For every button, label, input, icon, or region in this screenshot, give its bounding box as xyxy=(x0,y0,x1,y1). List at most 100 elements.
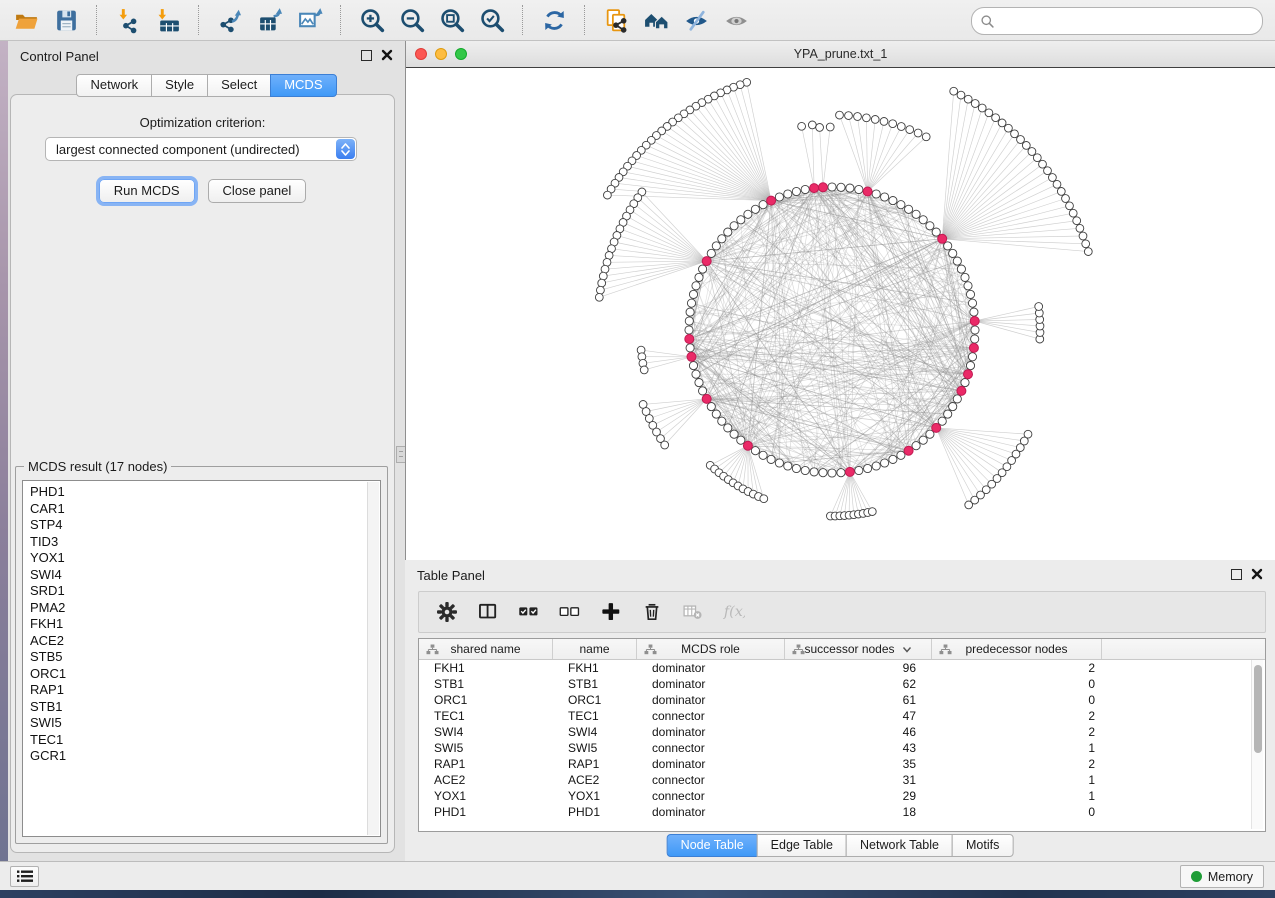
mcds-result-item[interactable]: STB5 xyxy=(30,649,380,666)
network-node[interactable] xyxy=(1028,148,1036,156)
network-node[interactable] xyxy=(597,286,605,294)
network-node[interactable] xyxy=(889,120,897,128)
network-node[interactable] xyxy=(759,201,767,209)
tab-edge-table[interactable]: Edge Table xyxy=(757,834,847,857)
network-node[interactable] xyxy=(730,430,738,438)
network-node[interactable] xyxy=(992,114,1000,122)
network-node[interactable] xyxy=(1039,160,1047,168)
network-node[interactable] xyxy=(1011,130,1019,138)
mcds-result-item[interactable]: STB1 xyxy=(30,699,380,716)
network-node[interactable] xyxy=(692,282,700,290)
network-node[interactable] xyxy=(1053,180,1061,188)
network-node[interactable] xyxy=(836,111,844,119)
network-node[interactable] xyxy=(1079,232,1087,240)
network-node[interactable] xyxy=(1062,195,1070,203)
tab-network-table[interactable]: Network Table xyxy=(846,834,953,857)
network-node[interactable] xyxy=(707,403,715,411)
mcds-hub-node[interactable] xyxy=(969,343,978,352)
mcds-hub-node[interactable] xyxy=(819,183,828,192)
network-node[interactable] xyxy=(864,464,872,472)
table-row[interactable]: ACE2ACE2connector311 xyxy=(419,772,1265,788)
network-node[interactable] xyxy=(598,279,606,287)
export-network-button[interactable] xyxy=(212,3,248,37)
network-node[interactable] xyxy=(961,273,969,281)
tab-motifs[interactable]: Motifs xyxy=(952,834,1013,857)
network-node[interactable] xyxy=(730,222,738,230)
network-node[interactable] xyxy=(759,451,767,459)
tab-mcds[interactable]: MCDS xyxy=(270,74,336,97)
network-node[interactable] xyxy=(801,466,809,474)
network-node[interactable] xyxy=(855,185,863,193)
network-node[interactable] xyxy=(953,257,961,265)
mcds-hub-node[interactable] xyxy=(904,446,913,455)
tab-node-table[interactable]: Node Table xyxy=(667,834,758,857)
network-node[interactable] xyxy=(810,468,818,476)
column-header-shared-name[interactable]: shared name xyxy=(419,639,553,659)
table-row[interactable]: SWI4SWI4dominator462 xyxy=(419,724,1265,740)
mcds-result-item[interactable]: CAR1 xyxy=(30,501,380,518)
network-node[interactable] xyxy=(695,379,703,387)
mcds-hub-node[interactable] xyxy=(932,423,941,432)
network-node[interactable] xyxy=(1073,217,1081,225)
clone-network-button[interactable] xyxy=(598,3,634,37)
network-node[interactable] xyxy=(922,133,930,141)
network-node[interactable] xyxy=(868,508,876,516)
network-node[interactable] xyxy=(699,387,707,395)
mcds-result-item[interactable]: STP4 xyxy=(30,517,380,534)
network-node[interactable] xyxy=(792,464,800,472)
network-node[interactable] xyxy=(686,344,694,352)
network-node[interactable] xyxy=(985,109,993,117)
network-node[interactable] xyxy=(640,366,648,374)
network-node[interactable] xyxy=(968,299,976,307)
network-node[interactable] xyxy=(897,451,905,459)
tab-select[interactable]: Select xyxy=(207,74,271,97)
network-node[interactable] xyxy=(707,249,715,257)
column-header-MCDS-role[interactable]: MCDS role xyxy=(637,639,785,659)
network-node[interactable] xyxy=(912,442,920,450)
network-node[interactable] xyxy=(837,469,845,477)
float-table-panel-icon[interactable] xyxy=(1231,569,1242,580)
zoom-fit-button[interactable] xyxy=(434,3,470,37)
network-node[interactable] xyxy=(751,205,759,213)
network-node[interactable] xyxy=(897,201,905,209)
network-node[interactable] xyxy=(826,123,834,131)
network-node[interactable] xyxy=(966,362,974,370)
tab-style[interactable]: Style xyxy=(151,74,208,97)
network-node[interactable] xyxy=(970,308,978,316)
table-row[interactable]: FKH1FKH1dominator962 xyxy=(419,660,1265,676)
mcds-hub-node[interactable] xyxy=(743,441,752,450)
network-node[interactable] xyxy=(944,410,952,418)
mcds-result-item[interactable]: TEC1 xyxy=(30,732,380,749)
network-node[interactable] xyxy=(971,100,979,108)
column-header-successor-nodes[interactable]: successor nodes xyxy=(785,639,932,659)
mcds-result-item[interactable]: PHD1 xyxy=(30,484,380,501)
deselect-all-rows-button[interactable] xyxy=(558,599,582,625)
delete-columns-button[interactable] xyxy=(640,599,664,625)
import-network-button[interactable] xyxy=(110,3,146,37)
network-node[interactable] xyxy=(1076,224,1084,232)
network-node[interactable] xyxy=(792,187,800,195)
zoom-out-button[interactable] xyxy=(394,3,430,37)
open-file-button[interactable] xyxy=(8,3,44,37)
network-node[interactable] xyxy=(718,417,726,425)
network-node[interactable] xyxy=(685,326,693,334)
mcds-result-item[interactable]: GCR1 xyxy=(30,748,380,765)
network-node[interactable] xyxy=(784,190,792,198)
network-node[interactable] xyxy=(699,265,707,273)
network-node[interactable] xyxy=(919,216,927,224)
table-row[interactable]: ORC1ORC1dominator610 xyxy=(419,692,1265,708)
mcds-result-item[interactable]: PMA2 xyxy=(30,600,380,617)
mcds-hub-node[interactable] xyxy=(938,234,947,243)
network-node[interactable] xyxy=(685,317,693,325)
mcds-hub-node[interactable] xyxy=(687,352,696,361)
create-column-button[interactable] xyxy=(599,599,623,625)
network-node[interactable] xyxy=(905,205,913,213)
network-node[interactable] xyxy=(1044,167,1052,175)
network-node[interactable] xyxy=(953,395,961,403)
network-node[interactable] xyxy=(949,403,957,411)
network-node[interactable] xyxy=(819,469,827,477)
task-manager-button[interactable] xyxy=(10,866,39,887)
network-node[interactable] xyxy=(1057,188,1065,196)
network-node[interactable] xyxy=(712,242,720,250)
network-node[interactable] xyxy=(971,335,979,343)
